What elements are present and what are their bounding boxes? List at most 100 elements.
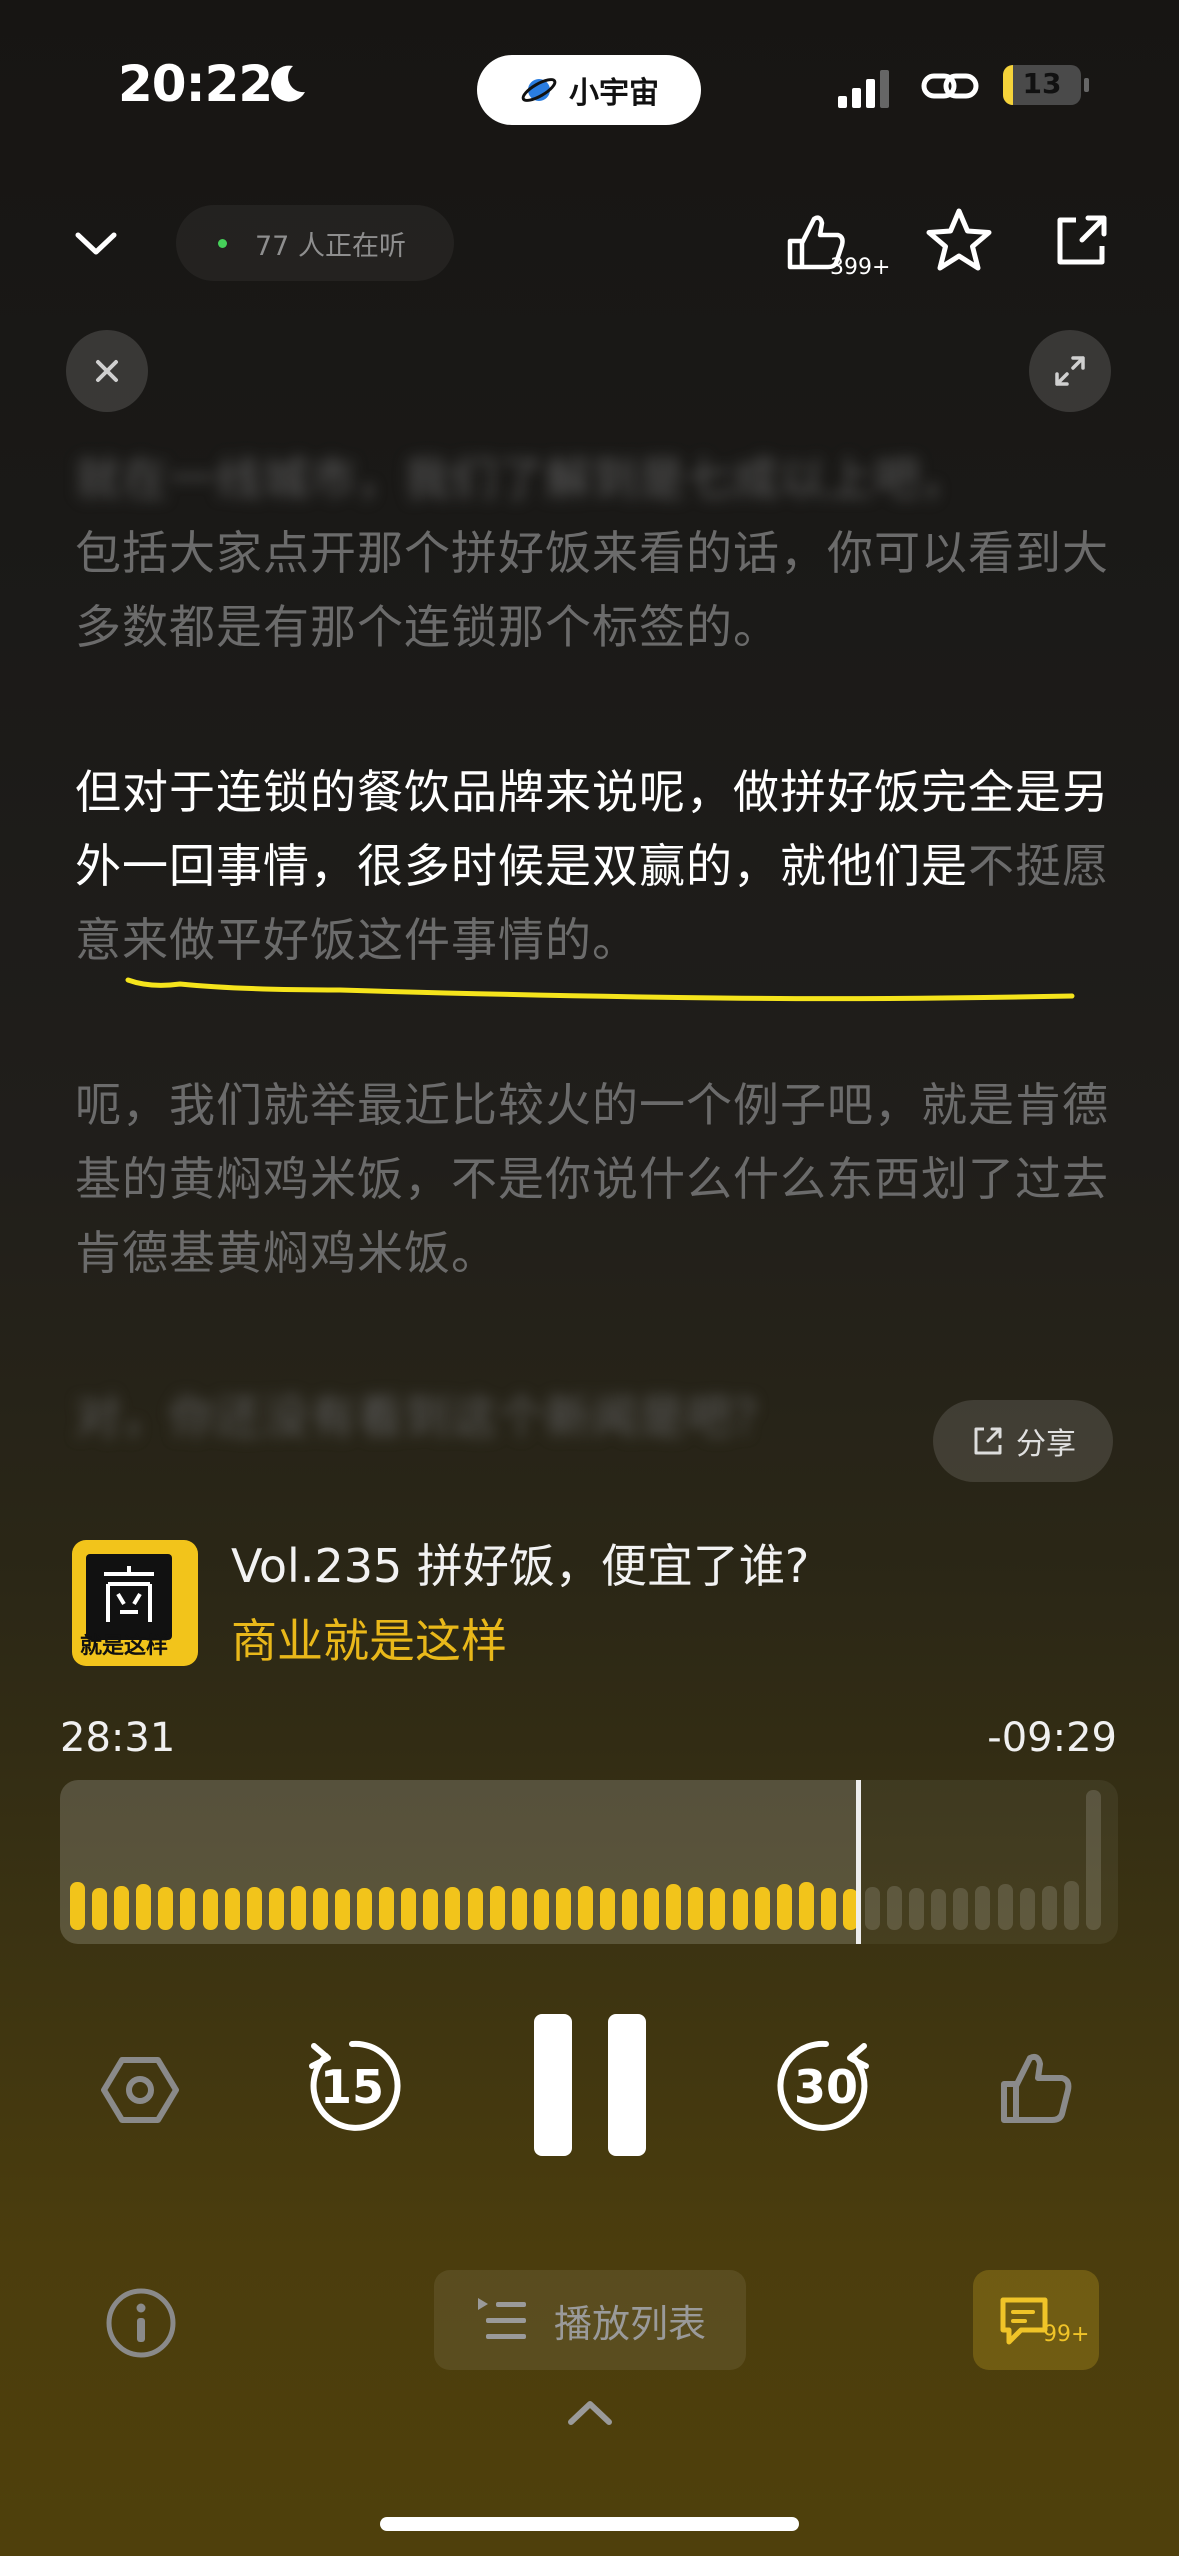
live-listeners: 77 人正在听 [176, 205, 454, 281]
waveform-bar [1085, 1790, 1101, 1930]
remaining-time: -09:29 [987, 1715, 1117, 1761]
waveform-bar [268, 1887, 284, 1930]
app-pill[interactable]: 小宇宙 [477, 55, 701, 125]
waveform-bar [931, 1888, 947, 1930]
comment-count: 99+ [1043, 2322, 1090, 2347]
share-label: 分享 [1016, 1427, 1076, 1462]
comments-button[interactable]: 99+ [973, 2270, 1099, 2370]
waveform-bar [688, 1886, 704, 1930]
waveform-bar [335, 1888, 351, 1930]
home-indicator[interactable] [380, 2517, 799, 2531]
expand-icon [1055, 356, 1085, 386]
settings-hexagon-icon[interactable] [100, 2050, 180, 2130]
moon-icon [271, 65, 305, 102]
handwritten-underline [125, 977, 1075, 1002]
waveform-bar [820, 1887, 836, 1930]
battery-percent: 13 [1022, 67, 1062, 100]
link-icon [921, 73, 979, 99]
waveform-bar [136, 1884, 152, 1930]
waveform-bar [997, 1884, 1013, 1930]
waveform-bar [754, 1886, 770, 1930]
waveform-bar [290, 1886, 306, 1930]
skip-back-seconds: 15 [320, 2060, 385, 2114]
waveform-bar [92, 1887, 108, 1930]
waveform-bar [489, 1886, 505, 1930]
pause-icon [534, 2014, 646, 2156]
battery-indicator: 13 [1003, 65, 1081, 105]
waveform-bar [865, 1886, 881, 1930]
playlist-label: 播放列表 [553, 2301, 706, 2346]
waveform-bar [909, 1887, 925, 1930]
waveform-bar [202, 1888, 218, 1930]
episode-cover[interactable]: 就是这样 [72, 1540, 198, 1666]
transcript-line-blurred: 对，你还没有看到这个新闻是吧？ [75, 1390, 780, 1444]
collapse-chevron-icon[interactable] [70, 225, 122, 261]
waveform-bar [1063, 1880, 1079, 1930]
waveform-bar [357, 1887, 373, 1930]
waveform-bar [312, 1887, 328, 1930]
waveform-bar [644, 1887, 660, 1930]
skip-forward-button[interactable]: 30 [770, 2030, 882, 2142]
waveform-bar [622, 1888, 638, 1930]
like-button[interactable]: 399+ [780, 205, 890, 285]
expand-transcript-button[interactable] [1029, 330, 1111, 412]
waveform-bar [600, 1887, 616, 1930]
info-icon[interactable] [104, 2286, 178, 2360]
pause-button[interactable] [530, 2012, 650, 2158]
waveform-bar [1019, 1887, 1035, 1930]
cover-logo [104, 1566, 154, 1622]
waveform-bar [798, 1882, 814, 1930]
waveform-bar [555, 1887, 571, 1930]
listeners-label: 77 人正在听 [255, 230, 406, 262]
skip-forward-seconds: 30 [794, 2060, 859, 2114]
waveform-bar [776, 1884, 792, 1930]
waveform-bar [975, 1886, 991, 1930]
waveform-bar [953, 1887, 969, 1930]
transcript-share-button[interactable]: 分享 [933, 1400, 1113, 1482]
waveform-bar [467, 1887, 483, 1930]
elapsed-time: 28:31 [60, 1715, 176, 1761]
episode-title[interactable]: Vol.235 拼好饭，便宜了谁? [231, 1530, 809, 1596]
waveform-bar [423, 1888, 439, 1930]
planet-icon [521, 78, 557, 102]
transcript-paragraph: 呃，我们就举最近比较火的一个例子吧，就是肯德基的黄焖鸡米饭，不是你说什么什么东西… [75, 1078, 1109, 1280]
thumbs-up-icon[interactable] [996, 2048, 1076, 2128]
close-transcript-button[interactable] [66, 330, 148, 412]
waveform-bar [732, 1888, 748, 1930]
waveform-scrubber[interactable] [60, 1780, 1118, 1944]
waveform-bar [401, 1887, 417, 1930]
transcript-line-blurred: 就在一线城市，我们了解到是七成以上吧， [75, 452, 968, 506]
waveform-bar [511, 1887, 527, 1930]
waveform-bar [158, 1886, 174, 1930]
podcast-name[interactable]: 商业就是这样 [231, 1605, 507, 1671]
transcript-spoken: 但对于连锁的餐饮品牌来说呢，做拼好饭完全是另外一回事情，很多时候是双赢的，就他们… [75, 765, 1109, 893]
share-out-icon[interactable] [1050, 208, 1114, 272]
waveform-bar [1041, 1886, 1057, 1930]
star-icon[interactable] [923, 205, 995, 277]
waveform-bar [224, 1887, 240, 1930]
waveform-bar [666, 1884, 682, 1930]
waveform-bar [887, 1886, 903, 1930]
waveform-bar [70, 1882, 85, 1930]
waveform-bar [246, 1886, 262, 1930]
close-icon [96, 360, 118, 382]
waveform-bar [379, 1886, 395, 1930]
waveform-bar [445, 1886, 461, 1930]
skip-back-button[interactable]: 15 [296, 2030, 408, 2142]
waveform-bar [710, 1887, 726, 1930]
app-pill-label: 小宇宙 [569, 76, 659, 111]
playlist-icon [477, 2298, 526, 2339]
waveform-bar [114, 1886, 130, 1930]
share-icon [974, 1427, 1002, 1455]
cellular-signal-icon [838, 70, 889, 108]
live-dot [218, 238, 227, 248]
waveform-bar [577, 1886, 593, 1930]
battery-tip [1084, 78, 1089, 92]
status-time: 20:22 [118, 55, 273, 113]
cover-text: 就是这样 [80, 1634, 169, 1659]
chevron-up-icon[interactable] [563, 2394, 617, 2428]
waveform-bar [180, 1887, 196, 1930]
like-count: 399+ [830, 255, 891, 280]
playlist-button[interactable]: 播放列表 [434, 2270, 746, 2370]
playhead[interactable] [855, 1780, 861, 1944]
